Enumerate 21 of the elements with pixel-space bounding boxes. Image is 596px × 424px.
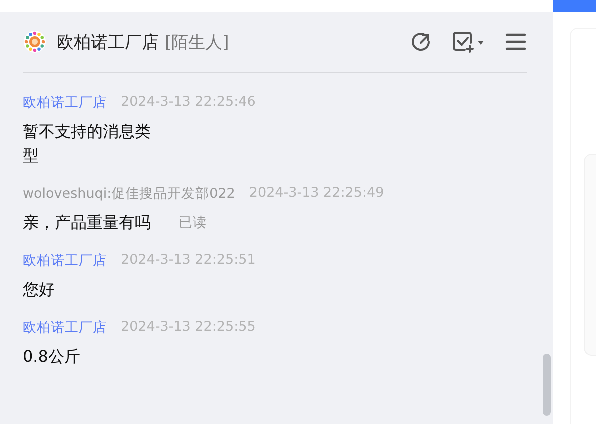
shop-logo-icon <box>23 30 47 54</box>
refresh-button[interactable] <box>409 30 433 54</box>
message-time: 2024-3-13 22:25:46 <box>121 94 256 112</box>
message-time: 2024-3-13 22:25:55 <box>121 319 256 337</box>
message-text: 暂不支持的消息类型 <box>23 121 152 167</box>
message-text: 亲，产品重量有吗 <box>23 212 151 234</box>
header-bar <box>553 0 596 12</box>
menu-button[interactable] <box>505 32 527 52</box>
sender-name: woloveshuqi:促佳搜品开发部022 <box>23 185 236 203</box>
sender-name: 欧柏诺工厂店 <box>23 252 107 270</box>
message-time: 2024-3-13 22:25:49 <box>249 185 384 203</box>
sender-name: 欧柏诺工厂店 <box>23 94 107 112</box>
stranger-tag: [陌生人] <box>165 30 230 54</box>
task-dropdown-button[interactable] <box>451 30 487 54</box>
read-status: 已读 <box>179 214 207 232</box>
message-time: 2024-3-13 22:25:51 <box>121 252 256 270</box>
message-text: 0.8公斤 <box>23 346 80 368</box>
sender-name: 欧柏诺工厂店 <box>23 319 107 337</box>
scrollbar-thumb[interactable] <box>543 354 551 416</box>
chat-title: 欧柏诺工厂店 <box>57 32 159 54</box>
message-text: 您好 <box>23 279 55 301</box>
